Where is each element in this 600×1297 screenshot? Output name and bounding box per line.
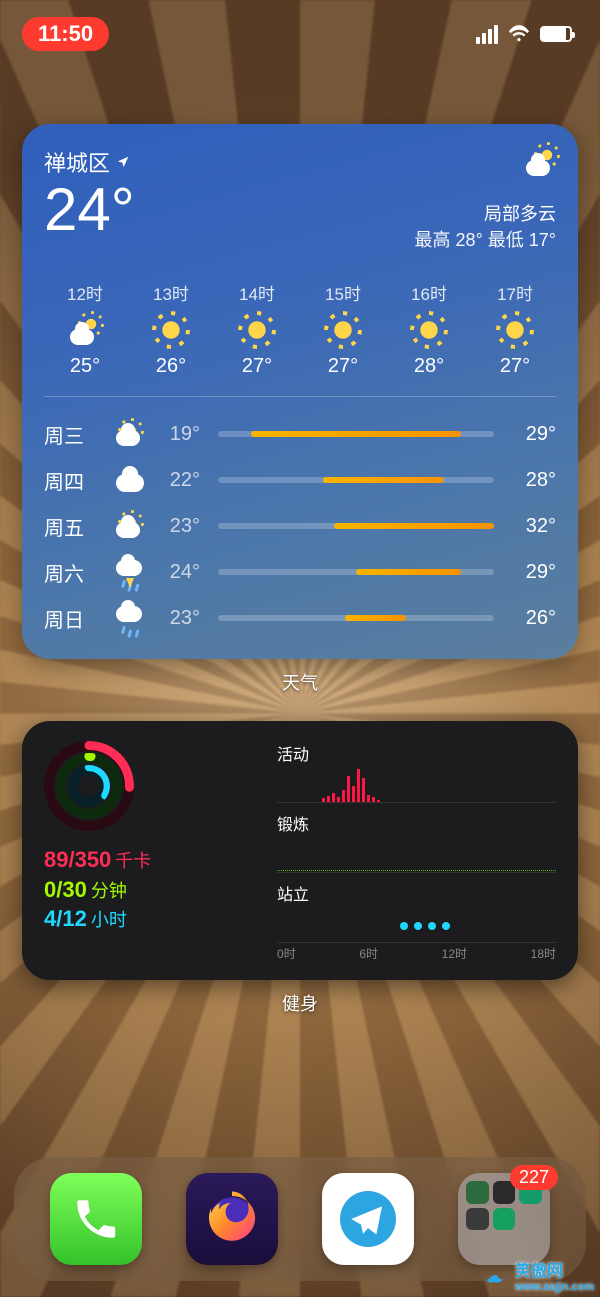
chart-axis: 0时6时12时18时 (277, 945, 556, 962)
hourly-item: 14时 27° (216, 280, 298, 378)
hourly-forecast: 12时 25° 13时 26° 14时 27° 15时 27° 16时 28° … (44, 280, 556, 397)
temp-range-bar (218, 569, 494, 575)
hourly-item: 12时 25° (44, 280, 126, 378)
day-label: 周四 (44, 466, 104, 495)
day-high: 28° (504, 469, 556, 492)
daily-row: 周三 19° 29° (44, 411, 556, 457)
weather-location: 禅城区 (44, 146, 135, 178)
partly-sunny-icon (526, 146, 556, 176)
temp-range-bar (218, 431, 494, 437)
weather-widget[interactable]: 禅城区 24° 局部多云 最高 28° 最低 17° 12时 25° 13时 2… (22, 124, 578, 659)
stand-stat: 4/12小时 (44, 904, 259, 934)
day-low: 22° (152, 469, 208, 492)
sun-icon (156, 315, 186, 345)
fitness-widget-label: 健身 (22, 990, 578, 1016)
thunderstorm-icon (116, 560, 140, 584)
move-stat: 89/350千卡 (44, 845, 259, 875)
day-low: 23° (152, 515, 208, 538)
weather-hi-lo: 最高 28° 最低 17° (415, 226, 556, 252)
daily-row: 周日 23° 26° (44, 595, 556, 641)
hour-temp: 28° (414, 355, 444, 378)
location-arrow-icon (116, 155, 130, 169)
sun-icon (242, 315, 272, 345)
sun-icon (500, 315, 530, 345)
temp-range-bar (218, 523, 494, 529)
activity-chart (277, 769, 556, 803)
day-low: 23° (152, 607, 208, 630)
day-label: 周日 (44, 604, 104, 633)
weather-widget-label: 天气 (22, 669, 578, 695)
folder-badge: 227 (510, 1165, 558, 1190)
day-high: 26° (504, 607, 556, 630)
hour-label: 16时 (411, 280, 447, 305)
hour-label: 17时 (497, 280, 533, 305)
firefox-app[interactable] (186, 1173, 278, 1265)
hourly-item: 17时 27° (474, 280, 556, 378)
telegram-icon (333, 1184, 403, 1254)
activity-rings-icon (44, 741, 134, 831)
hour-label: 12时 (67, 280, 103, 305)
battery-icon (540, 26, 572, 42)
sun-icon (328, 315, 358, 345)
daily-row: 周四 22° 28° (44, 457, 556, 503)
day-high: 29° (504, 423, 556, 446)
partly-sunny-icon (116, 422, 140, 446)
partly-sunny-icon (116, 514, 140, 538)
rain-icon (116, 606, 140, 630)
phone-icon (71, 1194, 121, 1244)
stand-chart (277, 909, 556, 943)
day-low: 24° (152, 561, 208, 584)
fitness-widget[interactable]: 89/350千卡 0/30分钟 4/12小时 活动 锻炼 站立 0时6时12时1… (22, 721, 578, 980)
sun-icon (414, 315, 444, 345)
hour-label: 14时 (239, 280, 275, 305)
app-folder[interactable]: 227 (458, 1173, 550, 1265)
cloud-icon (116, 468, 140, 492)
day-high: 32° (504, 515, 556, 538)
status-time-recording[interactable]: 11:50 (22, 17, 109, 51)
hour-temp: 27° (500, 355, 530, 378)
exercise-chart-label: 锻炼 (277, 811, 556, 835)
hour-label: 15时 (325, 280, 361, 305)
hourly-item: 13时 26° (130, 280, 212, 378)
wifi-icon (508, 23, 530, 45)
temp-range-bar (218, 615, 494, 621)
day-low: 19° (152, 423, 208, 446)
hour-temp: 25° (70, 355, 100, 378)
phone-app[interactable] (50, 1173, 142, 1265)
exercise-stat: 0/30分钟 (44, 875, 259, 905)
daily-forecast: 周三 19° 29° 周四 22° 28° 周五 23° 32° 周六 24° … (44, 411, 556, 641)
daily-row: 周六 24° 29° (44, 549, 556, 595)
day-label: 周五 (44, 512, 104, 541)
weather-current-temp: 24° (44, 180, 135, 240)
stand-chart-label: 站立 (277, 881, 556, 905)
hour-temp: 27° (242, 355, 272, 378)
hourly-item: 15时 27° (302, 280, 384, 378)
hour-temp: 27° (328, 355, 358, 378)
firefox-icon (200, 1187, 264, 1251)
hour-temp: 26° (156, 355, 186, 378)
status-icons (476, 23, 572, 45)
hour-label: 13时 (153, 280, 189, 305)
activity-chart-label: 活动 (277, 741, 556, 765)
status-bar: 11:50 (0, 0, 600, 54)
weather-condition: 局部多云 (484, 200, 556, 226)
day-label: 周三 (44, 420, 104, 449)
telegram-app[interactable] (322, 1173, 414, 1265)
daily-row: 周五 23° 32° (44, 503, 556, 549)
watermark: 笑傲网 www.xajjn.com (485, 1257, 594, 1293)
cellular-icon (476, 25, 498, 44)
exercise-chart (277, 839, 556, 873)
day-label: 周六 (44, 558, 104, 587)
hourly-item: 16时 28° (388, 280, 470, 378)
partly-sunny-icon (70, 315, 100, 345)
day-high: 29° (504, 561, 556, 584)
temp-range-bar (218, 477, 494, 483)
